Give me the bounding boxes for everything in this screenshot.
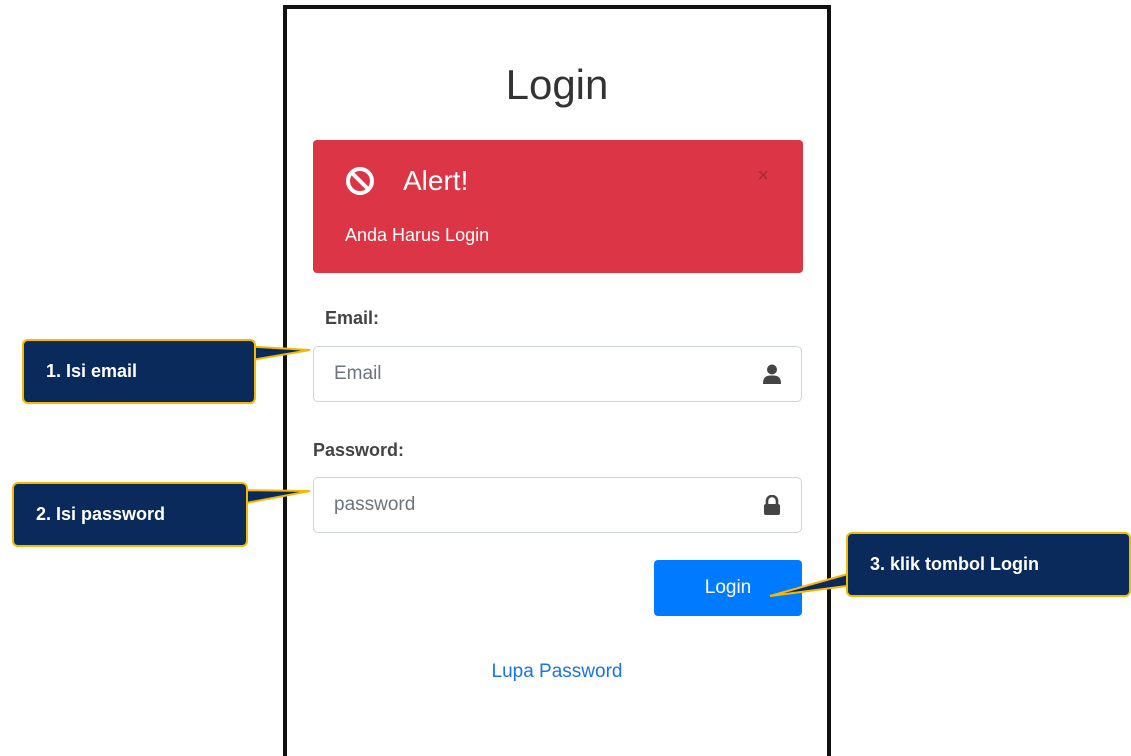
close-icon[interactable]: × <box>757 166 769 186</box>
page-title: Login <box>505 61 609 108</box>
ban-icon <box>346 167 374 195</box>
password-input[interactable] <box>314 478 744 532</box>
screenshot-stage: Login Alert! × Anda Harus Login Email: P… <box>0 0 1131 756</box>
callout-step-3: 3. klik tombol Login <box>846 532 1131 597</box>
password-input-group <box>313 477 802 533</box>
email-input[interactable] <box>314 347 744 401</box>
forgot-password-link[interactable]: Lupa Password <box>287 660 827 684</box>
login-button[interactable]: Login <box>654 560 802 616</box>
callout-step-2: 2. Isi password <box>12 482 248 547</box>
alert-box: Alert! × Anda Harus Login <box>313 140 803 273</box>
alert-title: Alert! <box>403 165 469 196</box>
callout-step-1: 1. Isi email <box>22 339 256 404</box>
email-input-group <box>313 346 802 402</box>
password-label: Password: <box>313 440 405 460</box>
email-label: Email: <box>325 308 380 328</box>
login-panel: Login Alert! × Anda Harus Login Email: P… <box>283 5 831 756</box>
lock-icon <box>764 495 780 515</box>
alert-message: Anda Harus Login <box>345 225 490 245</box>
user-icon <box>763 364 781 384</box>
